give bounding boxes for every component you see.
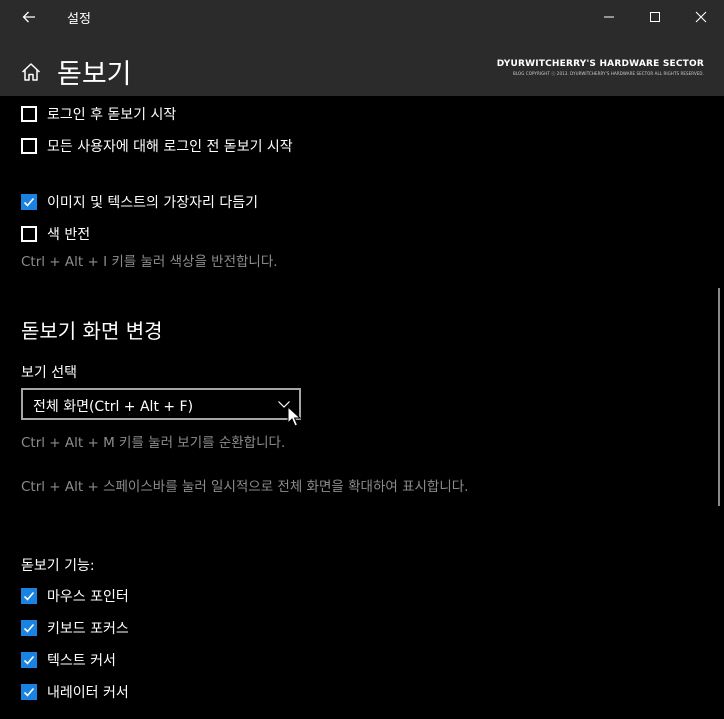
watermark-sub-text: BLOG COPYRIGHT ⓒ 2013. DYURWITCHERRY'S H…: [512, 71, 704, 76]
home-icon[interactable]: [20, 61, 42, 83]
checkmark-icon: [23, 197, 35, 207]
checkbox-mouse-pointer[interactable]: 마우스 포인터: [21, 586, 129, 606]
space-hint: Ctrl + Alt + 스페이스바를 눌러 일시적으로 전체 화면을 확대하여…: [21, 479, 469, 495]
view-select-dropdown[interactable]: 전체 화면(Ctrl + Alt + F): [21, 388, 301, 420]
checkbox-start-after-login[interactable]: 로그인 후 돋보기 시작: [21, 104, 176, 124]
watermark-main-text: DYURWITCHERRY'S HARDWARE SECTOR: [496, 59, 704, 69]
maximize-button[interactable]: [632, 0, 678, 34]
checkbox-label: 색 반전: [47, 227, 91, 243]
checkbox-label: 텍스트 커서: [47, 653, 116, 669]
page-title: 돋보기: [57, 59, 132, 90]
checkbox-label: 마우스 포인터: [47, 589, 129, 605]
checkbox-box[interactable]: [21, 194, 37, 210]
page-header: 돋보기 DYURWITCHERRY'S HARDWARE SECTOR BLOG…: [0, 34, 724, 96]
checkbox-box[interactable]: [21, 226, 37, 242]
vertical-scrollbar[interactable]: [718, 288, 720, 506]
checkbox-box[interactable]: [21, 106, 37, 122]
settings-window: 설정 돋보기 DYURWITCHERRY'S HARDWARE SECTOR B…: [0, 0, 724, 719]
arrow-left-icon: [22, 11, 35, 23]
back-button[interactable]: [12, 3, 46, 31]
checkbox-box[interactable]: [21, 588, 37, 604]
checkbox-box[interactable]: [21, 620, 37, 636]
minimize-button[interactable]: [586, 0, 632, 34]
features-label: 돋보기 기능:: [21, 558, 95, 574]
checkbox-label: 키보드 포커스: [47, 621, 129, 637]
checkbox-label: 이미지 및 텍스트의 가장자리 다듬기: [47, 195, 258, 211]
checkmark-icon: [23, 623, 35, 633]
invert-hint: Ctrl + Alt + I 키를 눌러 색상을 반전합니다.: [21, 254, 278, 270]
checkbox-smooth-edges[interactable]: 이미지 및 텍스트의 가장자리 다듬기: [21, 192, 258, 212]
minimize-icon: [604, 16, 614, 18]
checkmark-icon: [23, 591, 35, 601]
checkbox-start-before-login[interactable]: 모든 사용자에 대해 로그인 전 돋보기 시작: [21, 136, 293, 156]
cycle-hint: Ctrl + Alt + M 키를 눌러 보기를 순환합니다.: [21, 435, 286, 451]
checkbox-box[interactable]: [21, 652, 37, 668]
checkbox-label: 내레이터 커서: [47, 685, 129, 701]
close-button[interactable]: [678, 0, 724, 34]
maximize-icon: [650, 12, 660, 22]
checkbox-box[interactable]: [21, 138, 37, 154]
checkbox-box[interactable]: [21, 684, 37, 700]
checkbox-label: 모든 사용자에 대해 로그인 전 돋보기 시작: [47, 139, 293, 155]
checkbox-label: 로그인 후 돋보기 시작: [47, 107, 177, 123]
checkbox-invert-colors[interactable]: 색 반전: [21, 224, 90, 244]
mouse-cursor-icon: [287, 406, 301, 427]
close-icon: [695, 11, 707, 23]
checkbox-keyboard-focus[interactable]: 키보드 포커스: [21, 618, 129, 638]
settings-content: 로그인 후 돋보기 시작 모든 사용자에 대해 로그인 전 돋보기 시작 이미지…: [0, 96, 716, 719]
view-select-label: 보기 선택: [21, 365, 77, 381]
window-title: 설정: [67, 12, 91, 27]
watermark-logo: DYURWITCHERRY'S HARDWARE SECTOR BLOG COP…: [497, 59, 704, 77]
checkbox-narrator-cursor[interactable]: 내레이터 커서: [21, 682, 129, 702]
title-bar: 설정: [0, 0, 724, 34]
section-title: 돋보기 화면 변경: [21, 319, 163, 343]
checkmark-icon: [23, 687, 35, 697]
dropdown-value: 전체 화면(Ctrl + Alt + F): [33, 399, 194, 415]
checkmark-icon: [23, 655, 35, 665]
checkbox-text-cursor[interactable]: 텍스트 커서: [21, 650, 116, 670]
